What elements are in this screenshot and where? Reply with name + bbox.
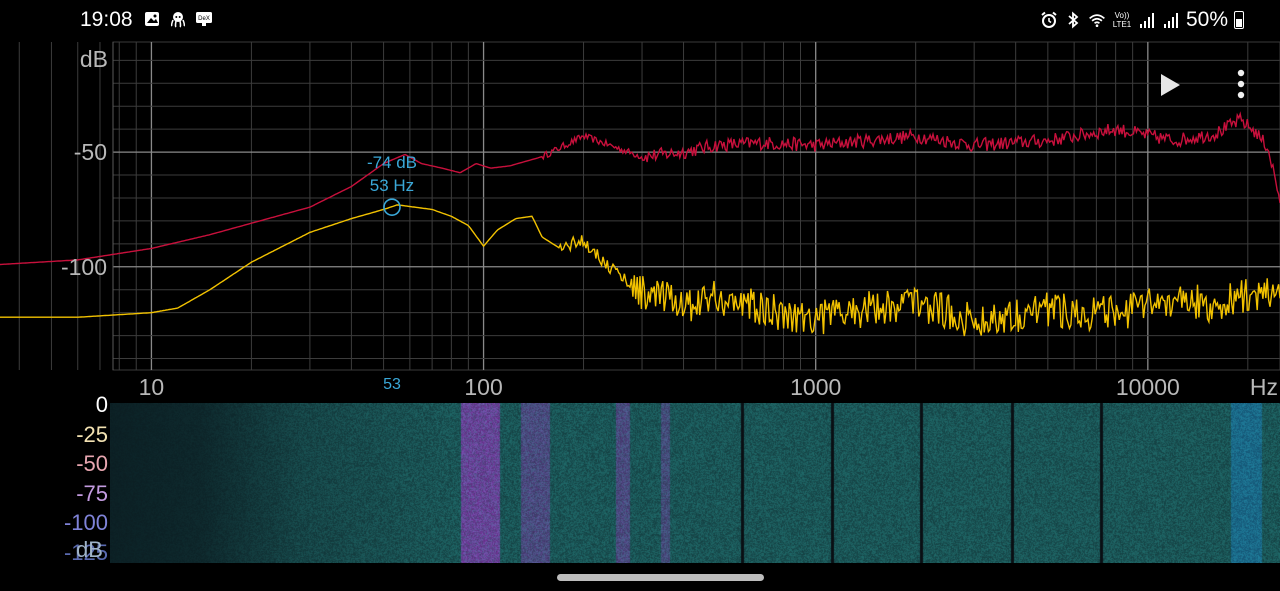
spectrogram-legend-label: -75 [76, 480, 108, 506]
x-unit-label: Hz [1250, 374, 1278, 400]
y-tick-label: -100 [61, 254, 107, 280]
home-indicator[interactable] [557, 574, 764, 581]
play-button[interactable] [1156, 70, 1184, 100]
spectrogram-legend-label: -25 [76, 421, 108, 447]
current-spectrum-line [0, 204, 1280, 337]
cursor-hz-label: 53 Hz [370, 176, 414, 195]
chart-grid [18, 41, 1280, 371]
peak-spectrum-line [0, 111, 1280, 266]
spectrogram-legend-label: -100 [63, 510, 108, 535]
x-tick-label: 10000 [1116, 374, 1180, 400]
axis-labels: -50 -100 10 100 1000 10000 [61, 139, 1180, 400]
spectrogram-unit-label: dB [76, 537, 103, 562]
y-unit-label: dB [80, 46, 108, 72]
cursor-db-label: -74 dB [367, 153, 417, 172]
x-tick-label: 10 [139, 374, 165, 400]
cursor-x-axis-marker: 53 [383, 376, 401, 393]
more-options-button[interactable] [1230, 68, 1252, 102]
spectrogram[interactable] [110, 403, 1280, 563]
spectrum-chart[interactable]: -50 -100 10 100 1000 10000 dB Hz -74 dB 53 Hz… [0, 0, 1280, 402]
spectrum-curves [0, 111, 1280, 337]
spectrogram-legend-label: 0 [95, 392, 108, 417]
more-vert-icon [1237, 69, 1245, 99]
x-tick-label: 100 [464, 374, 502, 400]
play-icon [1161, 74, 1180, 96]
y-tick-label: -50 [74, 139, 107, 165]
spectrogram-legend-label: -50 [76, 451, 108, 476]
x-tick-label: 1000 [790, 374, 841, 400]
